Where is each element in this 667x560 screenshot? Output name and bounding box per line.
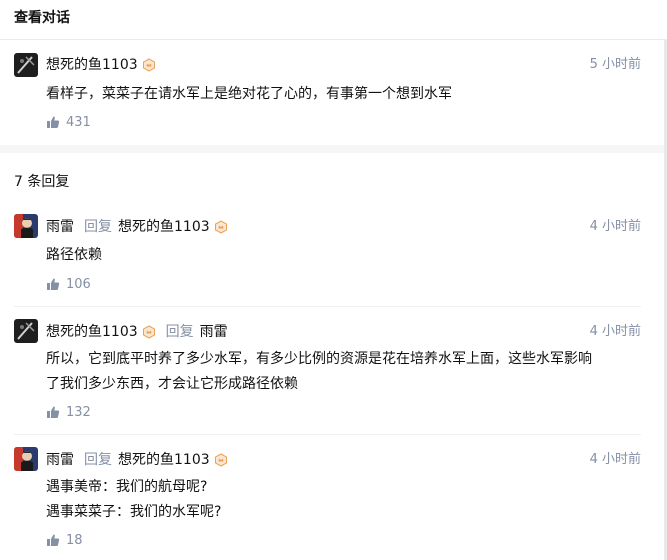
timestamp: 4 小时前 <box>589 452 641 467</box>
like-count: 18 <box>66 533 83 548</box>
level-badge-icon <box>142 58 155 72</box>
comment-content: 所以，它到底平时养了多少水军，有多少比例的资源是花在培养水军上面，这些水军影响 … <box>46 347 641 397</box>
like-button[interactable]: 18 <box>46 532 83 550</box>
like-count: 106 <box>66 277 91 292</box>
level-badge-icon <box>142 325 155 339</box>
author-name[interactable]: 想死的鱼1103 <box>46 324 138 340</box>
like-count: 431 <box>66 115 91 130</box>
content-line: 遇事美帝：我们的航母呢? <box>46 479 208 495</box>
level-badge-icon <box>214 220 227 234</box>
like-button[interactable]: 132 <box>46 404 91 422</box>
author-name[interactable]: 雨雷 <box>46 219 74 235</box>
reply-to-name[interactable]: 想死的鱼1103 <box>118 219 210 235</box>
avatar[interactable] <box>14 53 38 77</box>
dialog-header: 查看对话 <box>0 0 667 40</box>
avatar[interactable] <box>14 319 38 343</box>
avatar[interactable] <box>14 214 38 238</box>
content-line: 遇事菜菜子：我们的水军呢? <box>46 504 222 520</box>
reply-to-name[interactable]: 雨雷 <box>200 324 228 340</box>
level-badge-icon <box>214 453 227 467</box>
page-title: 查看对话 <box>14 10 70 26</box>
section-divider <box>0 145 667 153</box>
like-count: 132 <box>66 405 91 420</box>
reply-label: 回复 <box>84 219 112 235</box>
timestamp: 5 小时前 <box>589 57 641 72</box>
reply-comment: 雨雷 回复 想死的鱼1103 4 小时前 遇事美帝：我们的航母呢? 遇事菜菜子：我们… <box>0 434 667 560</box>
like-button[interactable]: 431 <box>46 114 91 132</box>
content-line: 路径依赖 <box>46 247 102 263</box>
thumb-up-icon <box>47 406 60 418</box>
timestamp: 4 小时前 <box>589 324 641 339</box>
comment-content: 看样子，菜菜子在请水军上是绝对花了心的，有事第一个想到水军 <box>46 86 452 102</box>
like-button[interactable]: 106 <box>46 276 91 294</box>
reply-comment: 想死的鱼1103 回复 雨雷 4 小时前 所以，它到底平时养了多少水军，有多少比例的… <box>0 306 667 434</box>
comment-content: 遇事美帝：我们的航母呢? 遇事菜菜子：我们的水军呢? <box>46 475 641 525</box>
author-name[interactable]: 雨雷 <box>46 452 74 468</box>
content-line: 了我们多少东西，才会让它形成路径依赖 <box>46 376 298 392</box>
comment-meta: 雨雷 回复 想死的鱼1103 <box>46 218 228 236</box>
comment-meta: 想死的鱼1103 回复 雨雷 <box>46 323 228 341</box>
thumb-up-icon <box>47 534 60 546</box>
reply-to-name[interactable]: 想死的鱼1103 <box>118 452 210 468</box>
comment-meta: 想死的鱼1103 <box>46 56 156 74</box>
comment-content: 路径依赖 <box>46 243 641 268</box>
main-comment: 想死的鱼1103 5 小时前 看样子，菜菜子在请水军上是绝对花了心的，有事第一个… <box>0 40 667 145</box>
thumb-up-icon <box>47 116 60 128</box>
timestamp: 4 小时前 <box>589 219 641 234</box>
author-name[interactable]: 想死的鱼1103 <box>46 57 138 73</box>
thumb-up-icon <box>47 278 60 290</box>
comment-meta: 雨雷 回复 想死的鱼1103 <box>46 451 228 469</box>
reply-count: 7 条回复 <box>14 174 70 190</box>
reply-label: 回复 <box>84 452 112 468</box>
content-line: 所以，它到底平时养了多少水军，有多少比例的资源是花在培养水军上面，这些水军影响 <box>46 351 592 367</box>
reply-comment: 雨雷 回复 想死的鱼1103 4 小时前 路径依赖 106 <box>0 200 667 305</box>
avatar[interactable] <box>14 447 38 471</box>
reply-label: 回复 <box>165 324 194 340</box>
